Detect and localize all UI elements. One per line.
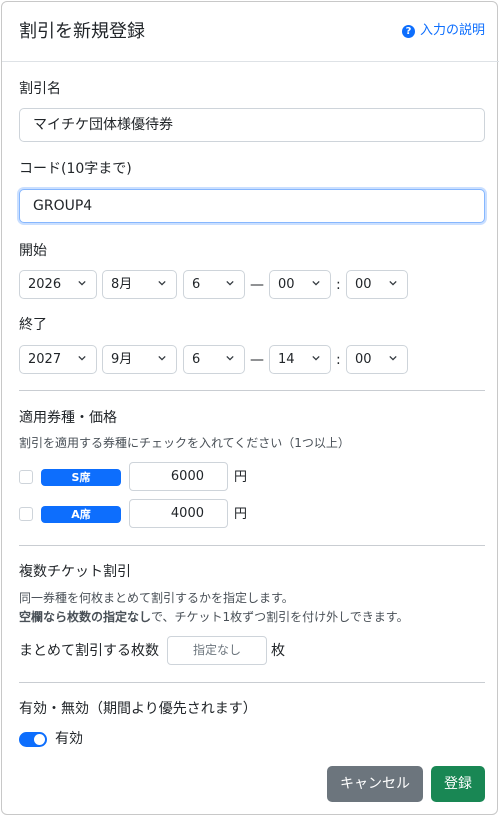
chevron-down-icon [158, 355, 166, 361]
end-day-select[interactable]: 6 [183, 345, 245, 374]
end-hour-select[interactable]: 14 [269, 345, 331, 374]
chevron-down-icon [312, 280, 320, 286]
chevron-down-icon [78, 280, 86, 286]
discount-register-dialog: 割引を新規登録 ? 入力の説明 割引名 マイチケ団体様優待券 コード(10字まで… [1, 1, 499, 815]
end-day-value: 6 [192, 352, 201, 367]
bundle-count-label: まとめて割引する枚数 [19, 643, 159, 659]
enabled-toggle-label: 有効 [55, 731, 83, 747]
end-label: 終了 [19, 317, 47, 333]
end-minute-value: 00 [355, 352, 372, 367]
start-time-colon: : [336, 277, 341, 293]
code-label: コード(10字まで) [19, 161, 132, 177]
enabled-toggle[interactable] [19, 732, 47, 747]
ticket-type-checkbox[interactable] [19, 470, 33, 484]
end-time-colon: : [336, 352, 341, 368]
start-minute-select[interactable]: 00 [346, 270, 408, 299]
end-year-value: 2027 [28, 352, 62, 367]
end-minute-select[interactable]: 00 [346, 345, 408, 374]
price-unit: 円 [234, 470, 248, 485]
start-hour-value: 00 [278, 277, 295, 292]
seat-badge: S席 [41, 469, 121, 486]
start-label: 開始 [19, 243, 47, 259]
chevron-down-icon [389, 355, 397, 361]
end-date-time-dash: — [250, 352, 264, 368]
seat-badge: A席 [41, 506, 121, 523]
multi-ticket-note-emphasis: 空欄なら枚数の指定なし [19, 610, 152, 624]
end-hour-value: 14 [278, 352, 295, 367]
discount-name-input[interactable]: マイチケ団体様優待券 [19, 108, 485, 142]
help-link-label: 入力の説明 [419, 23, 485, 38]
chevron-down-icon [78, 355, 86, 361]
discount-name-label: 割引名 [19, 81, 61, 97]
cancel-button[interactable]: キャンセル [327, 766, 423, 802]
start-day-value: 6 [192, 277, 201, 292]
ticket-type-checkbox[interactable] [19, 507, 33, 521]
chevron-down-icon [389, 280, 397, 286]
register-button[interactable]: 登録 [431, 766, 485, 802]
multi-ticket-note: 空欄なら枚数の指定なしで、チケット1枚ずつ割引を付け外しできます。 [19, 609, 409, 626]
multi-ticket-heading: 複数チケット割引 [19, 564, 131, 580]
help-link[interactable]: ? 入力の説明 [401, 22, 485, 40]
dialog-title: 割引を新規登録 [19, 21, 145, 42]
start-month-select[interactable]: 8月 [102, 270, 177, 299]
divider [19, 682, 485, 683]
toggle-knob [34, 734, 45, 745]
price-unit: 円 [234, 507, 248, 522]
multi-ticket-note-rest: で、チケット1枚ずつ割引を付け外しできます。 [151, 610, 409, 624]
chevron-down-icon [312, 355, 320, 361]
status-heading: 有効・無効（期間より優先されます） [19, 701, 257, 717]
chevron-down-icon [226, 355, 234, 361]
chevron-down-icon [226, 280, 234, 286]
price-input[interactable]: 6000 [129, 462, 228, 491]
bundle-count-input[interactable]: 指定なし [167, 636, 267, 665]
dialog-header: 割引を新規登録 ? 入力の説明 [2, 2, 499, 62]
chevron-down-icon [158, 280, 166, 286]
start-date-time-dash: — [250, 277, 264, 293]
question-circle-icon: ? [401, 24, 415, 38]
ticket-types-heading: 適用券種・価格 [19, 410, 117, 426]
divider [19, 545, 485, 546]
start-minute-value: 00 [355, 277, 372, 292]
start-year-select[interactable]: 2026 [19, 270, 97, 299]
multi-ticket-description: 同一券種を何枚まとめて割引するかを指定します。 [19, 591, 294, 605]
start-year-value: 2026 [28, 277, 62, 292]
end-month-select[interactable]: 9月 [102, 345, 177, 374]
ticket-types-instruction: 割引を適用する券種にチェックを入れてください（1つ以上） [19, 436, 350, 450]
end-month-value: 9月 [111, 352, 133, 367]
code-input[interactable]: GROUP4 [19, 189, 485, 223]
bundle-count-unit: 枚 [271, 643, 285, 659]
start-hour-select[interactable]: 00 [269, 270, 331, 299]
divider [19, 390, 485, 391]
start-month-value: 8月 [111, 277, 133, 292]
price-input[interactable]: 4000 [129, 499, 228, 528]
end-year-select[interactable]: 2027 [19, 345, 97, 374]
start-day-select[interactable]: 6 [183, 270, 245, 299]
